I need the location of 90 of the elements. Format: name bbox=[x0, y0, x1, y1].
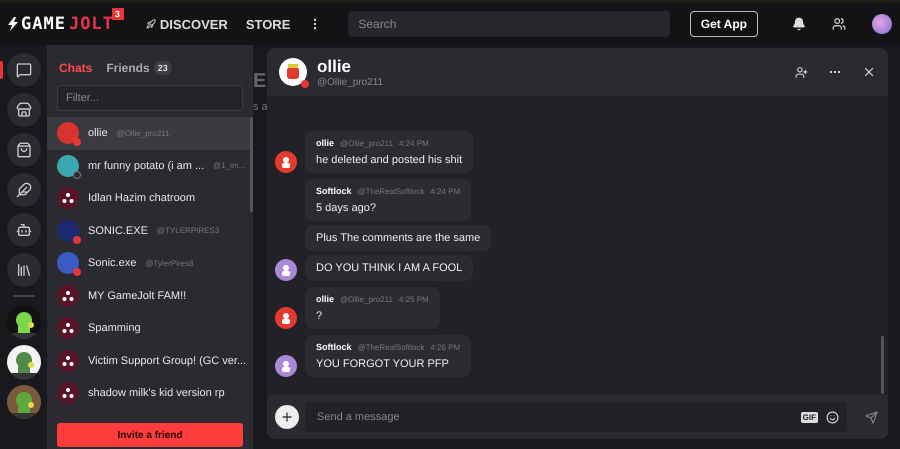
message-time: 4:24 PM bbox=[430, 187, 460, 196]
chat-handle: @1_im... bbox=[213, 161, 246, 170]
figure-icon bbox=[280, 360, 292, 372]
message-time: 4:26 PM bbox=[430, 343, 460, 352]
library-button[interactable] bbox=[7, 253, 41, 287]
rocket-icon bbox=[146, 19, 156, 29]
nav-link[interactable]: DISCOVER bbox=[146, 16, 228, 32]
message-field[interactable]: Send a message GIF bbox=[305, 402, 847, 432]
message-time: 4:24 PM bbox=[398, 139, 429, 148]
search-field[interactable]: Search bbox=[348, 11, 670, 37]
logo-text: JOLT bbox=[68, 14, 114, 34]
logo-text: GAME bbox=[21, 14, 66, 34]
chat-handle: @TylerPires8 bbox=[145, 258, 194, 268]
group-icon bbox=[57, 382, 79, 404]
invite-button[interactable]: Invite a friend bbox=[57, 423, 243, 447]
chat-item[interactable]: Victim Support Group! (GC ver... bbox=[47, 344, 253, 377]
send-icon[interactable] bbox=[865, 410, 878, 424]
chat-item[interactable]: Sonic.exe @TylerPires8 bbox=[47, 247, 253, 280]
add-user-icon[interactable] bbox=[795, 66, 808, 78]
chat-name: shadow milk's kid version rp bbox=[88, 387, 225, 400]
message-text: ? bbox=[316, 310, 322, 322]
chat-name: MY GameJolt FAM!! bbox=[88, 290, 186, 302]
close-icon[interactable] bbox=[862, 65, 876, 79]
group-icon bbox=[57, 350, 79, 372]
tab[interactable]: Chats bbox=[59, 61, 92, 75]
chat-item[interactable]: SONIC.EXE @TYLERPIRES3 bbox=[47, 214, 253, 247]
chat-title: ollie bbox=[317, 56, 352, 76]
people-icon[interactable] bbox=[832, 17, 846, 31]
author-name: Softlock bbox=[316, 186, 352, 196]
message-text: Plus The comments are the same bbox=[316, 232, 480, 244]
notification-badge: 3 bbox=[112, 8, 124, 20]
message-text: he deleted and posted his shit bbox=[316, 154, 462, 166]
chat-handle: @Ollie_pro211 bbox=[116, 128, 170, 138]
chat-item[interactable]: mr funny potato (i am ... @1_im... bbox=[47, 150, 253, 182]
gif-button[interactable]: GIF bbox=[800, 412, 818, 422]
message-text: 5 days ago? bbox=[316, 202, 376, 214]
chat-icon bbox=[16, 62, 32, 78]
figure-icon bbox=[284, 63, 302, 81]
store-icon bbox=[16, 102, 32, 118]
figure-icon bbox=[280, 156, 292, 168]
group-icon bbox=[57, 284, 79, 307]
figure-icon bbox=[280, 312, 292, 324]
chat-item[interactable]: Spamming bbox=[47, 312, 253, 344]
quill-icon bbox=[16, 182, 32, 198]
author-handle: @Ollie_pro211 bbox=[340, 295, 393, 304]
filter-field[interactable]: Filter... bbox=[57, 85, 243, 111]
plus-icon bbox=[280, 410, 294, 424]
message-text: YOU FORGOT YOUR PFP bbox=[316, 358, 449, 370]
robot-icon bbox=[16, 222, 32, 238]
quill-button[interactable] bbox=[7, 173, 41, 207]
chat-name: ollie bbox=[88, 127, 108, 140]
message-text: DO YOU THINK I AM A FOOL bbox=[316, 262, 462, 274]
bell-icon[interactable] bbox=[792, 17, 806, 31]
author-handle: @Ollie_pro211 bbox=[340, 139, 393, 148]
chat-name: Sonic.exe bbox=[88, 257, 136, 270]
message-time: 4:25 PM bbox=[398, 295, 429, 304]
chat-name: Spamming bbox=[88, 322, 141, 334]
bag-button[interactable] bbox=[7, 133, 41, 167]
chat-handle: @TYLERPIRES3 bbox=[156, 226, 220, 236]
chat-name: Idlan Hazim chatroom bbox=[88, 192, 195, 204]
author-name: ollie bbox=[316, 138, 334, 148]
add-button[interactable] bbox=[275, 405, 299, 429]
chat-handle: @Ollie_pro211 bbox=[317, 76, 384, 88]
store-button[interactable] bbox=[7, 93, 41, 127]
chat-name: SONIC.EXE bbox=[88, 224, 148, 237]
count-badge: 23 bbox=[154, 61, 172, 75]
nav-link[interactable]: STORE bbox=[246, 16, 290, 32]
background-text: E bbox=[253, 70, 267, 93]
chat-name: Victim Support Group! (GC ver... bbox=[88, 354, 246, 367]
chat-name: mr funny potato (i am ... bbox=[88, 160, 204, 172]
chat-item[interactable]: Idlan Hazim chatroom bbox=[47, 182, 253, 214]
tab[interactable]: Friends 23 bbox=[106, 61, 172, 75]
group-icon bbox=[57, 317, 79, 340]
robot-button[interactable] bbox=[7, 213, 41, 247]
author-name: Softlock bbox=[316, 342, 352, 352]
get-app-button[interactable]: Get App bbox=[690, 11, 758, 37]
author-name: ollie bbox=[316, 294, 334, 304]
sticker-icon[interactable] bbox=[826, 410, 839, 424]
group-icon bbox=[57, 187, 79, 210]
chat-item[interactable]: MY GameJolt FAM!! bbox=[47, 280, 253, 312]
chat-item[interactable]: shadow milk's kid version rp bbox=[47, 377, 253, 410]
figure-icon bbox=[280, 264, 292, 276]
library-icon bbox=[16, 262, 32, 278]
author-handle: @TheRealSoftlock bbox=[358, 343, 424, 352]
author-handle: @TheRealSoftlock bbox=[358, 187, 424, 196]
bag-icon bbox=[16, 142, 32, 158]
bolt-icon bbox=[8, 17, 18, 31]
chat-item[interactable]: ollie @Ollie_pro211 bbox=[47, 117, 253, 150]
chat-button[interactable] bbox=[7, 53, 41, 87]
user-avatar[interactable] bbox=[872, 14, 892, 34]
